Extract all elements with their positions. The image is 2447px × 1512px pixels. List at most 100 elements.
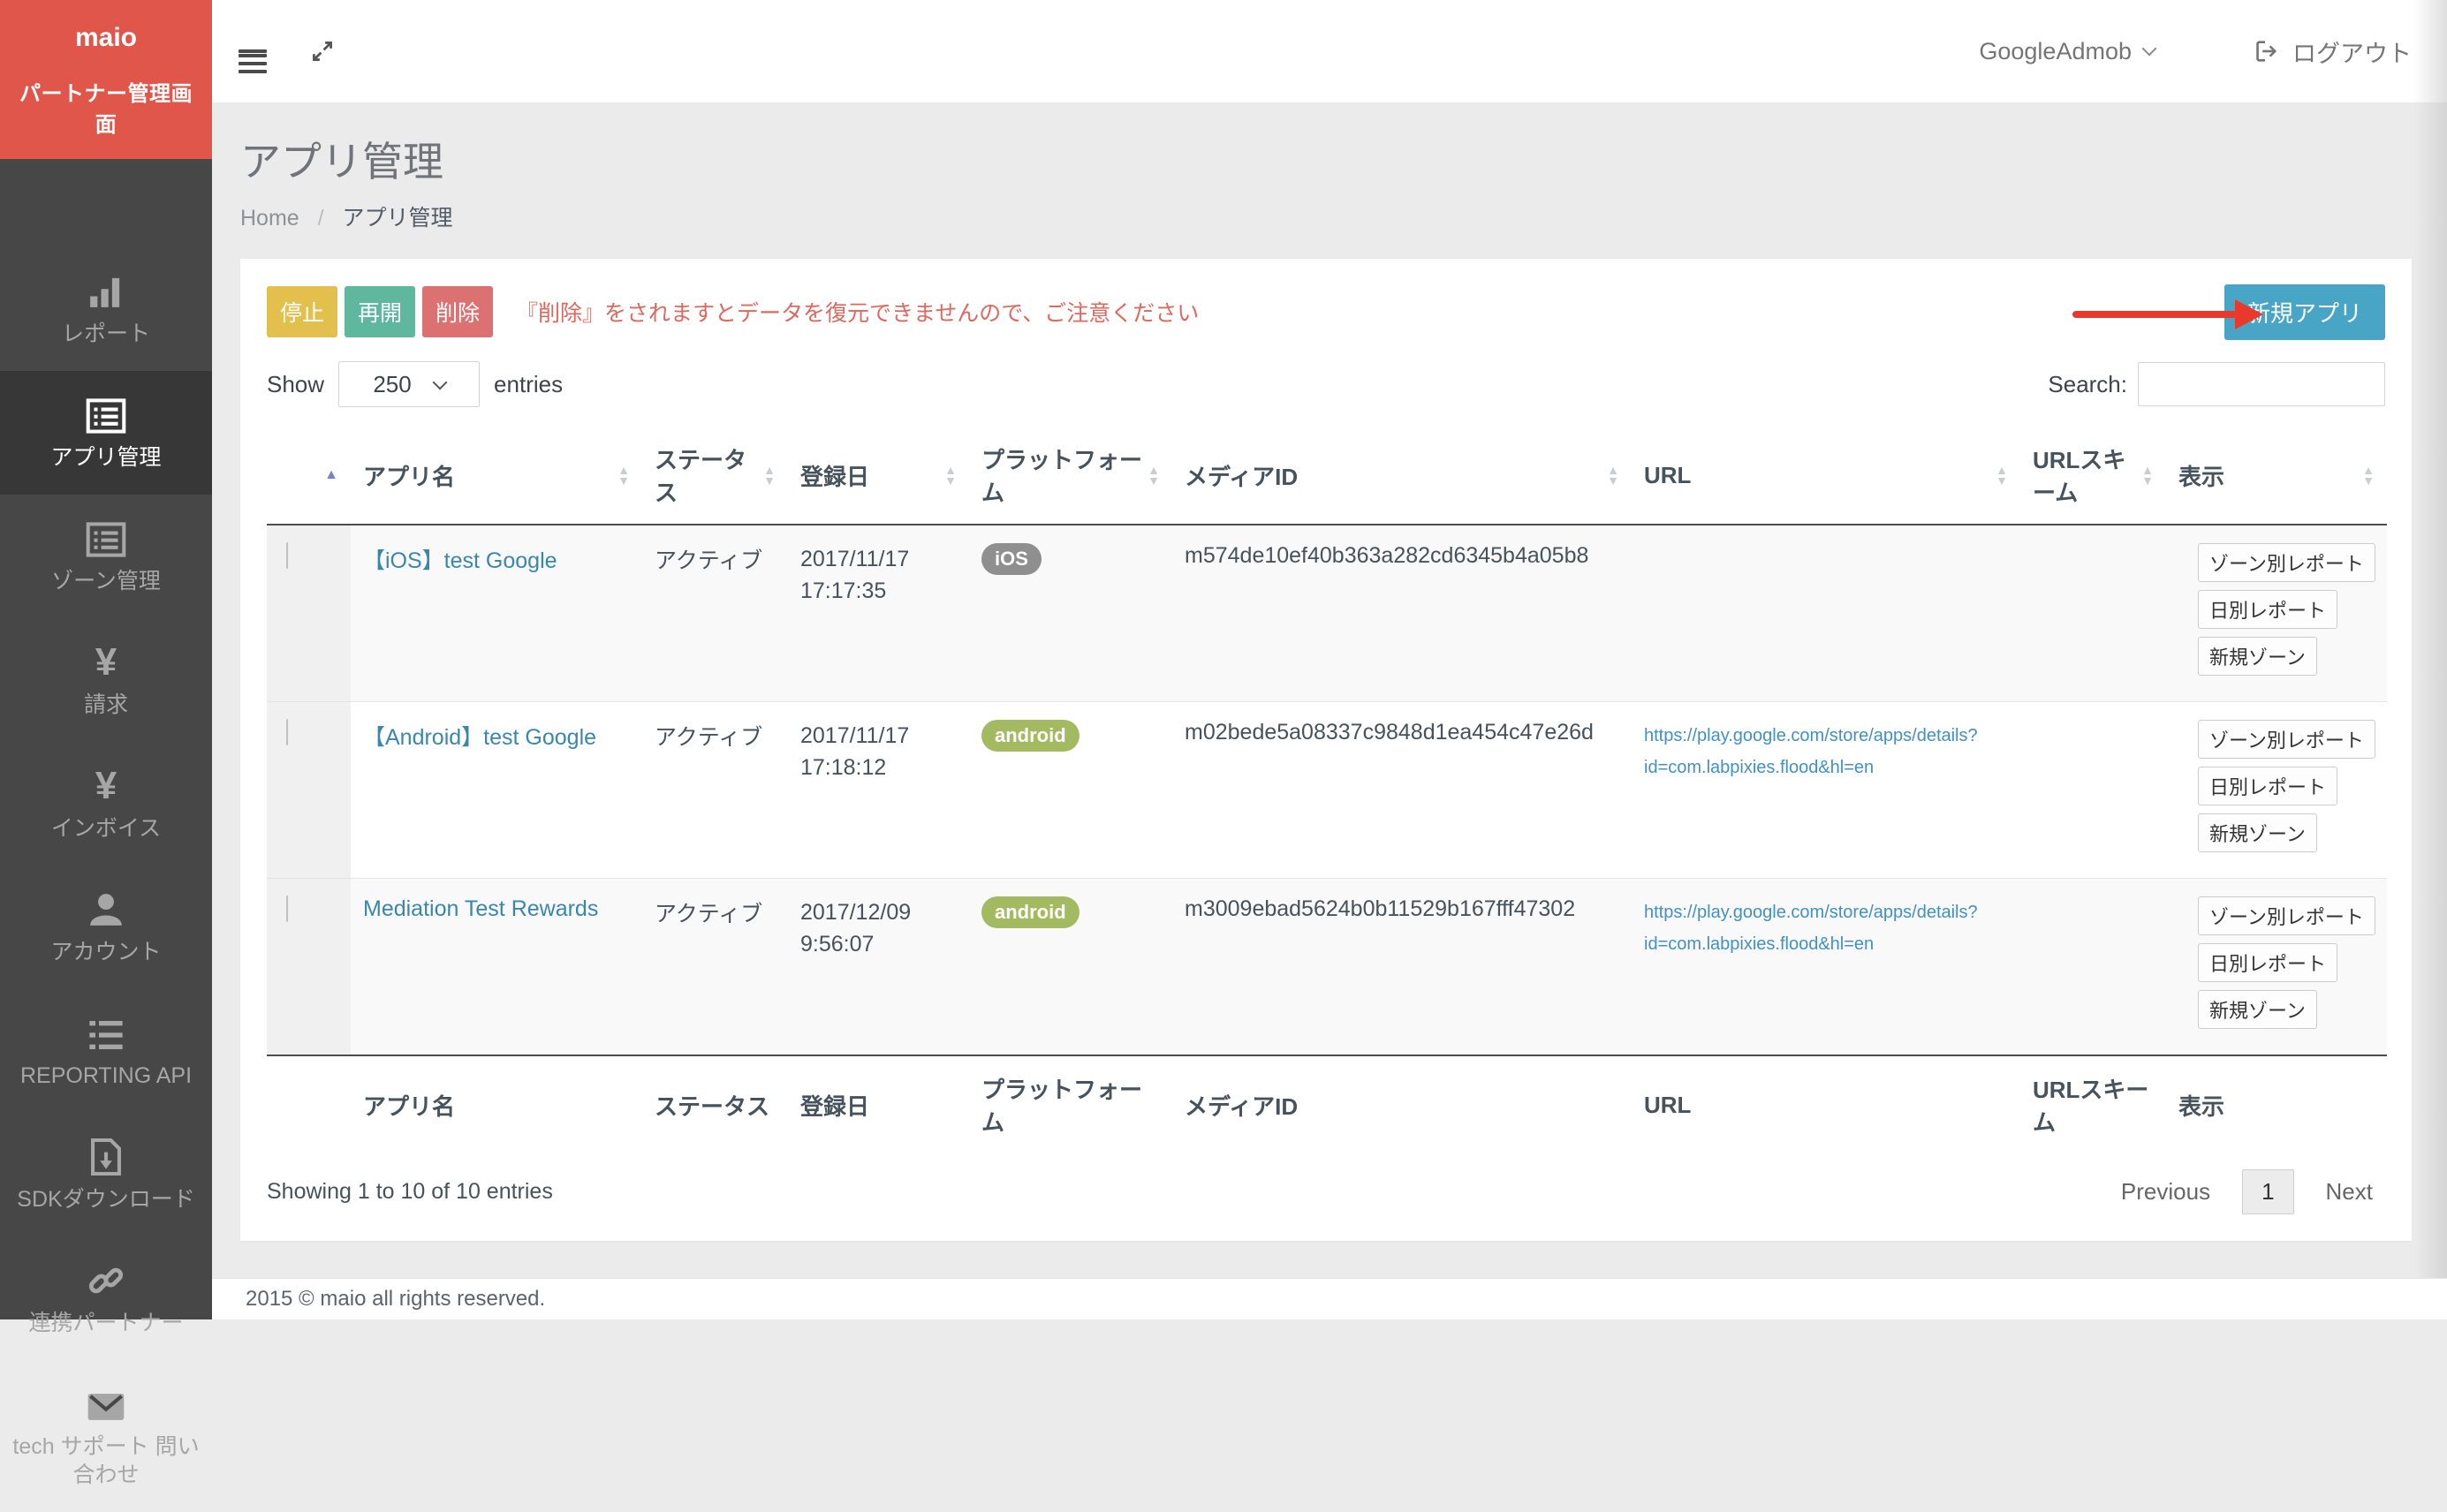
sidebar-item-report[interactable]: レポート bbox=[0, 247, 212, 371]
sidebar-item-label: インボイス bbox=[11, 814, 201, 843]
app-name-link[interactable]: 【Android】test Google bbox=[363, 725, 596, 750]
sidebar-item-label: レポート bbox=[11, 320, 201, 348]
row-checkbox[interactable] bbox=[286, 719, 288, 745]
stop-button[interactable]: 停止 bbox=[267, 286, 337, 337]
yen-icon: ¥ bbox=[11, 641, 201, 682]
sidebar-item-zone-management[interactable]: ゾーン管理 bbox=[0, 495, 212, 618]
delete-button[interactable]: 削除 bbox=[422, 286, 493, 337]
registered-time: 17:17:35 bbox=[800, 575, 957, 607]
app-name-link[interactable]: Mediation Test Rewards bbox=[363, 896, 598, 921]
sidebar-item-billing[interactable]: ¥ 請求 bbox=[0, 618, 212, 742]
zone-report-button[interactable]: ゾーン別レポート bbox=[2198, 896, 2375, 935]
user-icon bbox=[11, 888, 201, 929]
sidebar-item-label: ゾーン管理 bbox=[11, 567, 201, 595]
daily-report-button[interactable]: 日別レポート bbox=[2198, 767, 2337, 805]
header-status[interactable]: ステータス▲▼ bbox=[642, 428, 788, 525]
breadcrumb-home-link[interactable]: Home bbox=[240, 206, 299, 231]
fullscreen-icon[interactable] bbox=[307, 36, 337, 66]
footer-media-id: メディアID bbox=[1172, 1055, 1632, 1153]
sidebar-item-reporting-api[interactable]: REPORTING API bbox=[0, 989, 212, 1113]
platform-badge: android bbox=[981, 896, 1080, 928]
footer-url-scheme: URLスキーム bbox=[2020, 1055, 2166, 1153]
app-window: maio パートナー管理画面 レポート アプリ管理 ゾーン管理 bbox=[0, 0, 2447, 1319]
copyright-text: 2015 © maio all rights reserved. bbox=[246, 1287, 545, 1312]
store-url-link[interactable]: https://play.google.com/store/apps/detai… bbox=[1644, 720, 2008, 783]
media-id-value: m574de10ef40b363a282cd6345b4a05b8 bbox=[1185, 543, 1588, 568]
new-app-button[interactable]: 新規アプリ bbox=[2224, 284, 2385, 340]
header-platform[interactable]: プラットフォーム▲▼ bbox=[969, 428, 1172, 525]
logout-button[interactable]: ログアウト bbox=[2252, 34, 2412, 69]
header-media-id[interactable]: メディアID▲▼ bbox=[1172, 428, 1632, 525]
chevron-down-icon bbox=[432, 375, 447, 390]
topbar-right: GoogleAdmob ログアウト bbox=[1979, 34, 2412, 69]
store-url-link[interactable]: https://play.google.com/store/apps/detai… bbox=[1644, 896, 2008, 960]
app-management-card: 停止 再開 削除 『削除』をされますとデータを復元できませんので、ご注意ください… bbox=[240, 259, 2412, 1241]
registered-time: 9:56:07 bbox=[800, 928, 957, 960]
brand-name: maio bbox=[9, 23, 203, 53]
media-id-value: m3009ebad5624b0b11529b167fff47302 bbox=[1185, 896, 1575, 921]
sidebar-item-label: REPORTING API bbox=[11, 1062, 201, 1090]
header-url-scheme[interactable]: URLスキーム▲▼ bbox=[2020, 428, 2166, 525]
entries-select-value: 250 bbox=[373, 371, 411, 398]
pagination-next[interactable]: Next bbox=[2314, 1169, 2385, 1214]
new-zone-button[interactable]: 新規ゾーン bbox=[2198, 813, 2317, 852]
sidebar-item-label: tech サポート 問い合わせ bbox=[11, 1433, 201, 1489]
sidebar-item-app-management[interactable]: アプリ管理 bbox=[0, 371, 212, 495]
sidebar-item-partner-link[interactable]: 連携パートナー bbox=[0, 1236, 212, 1360]
sidebar-item-sdk-download[interactable]: SDKダウンロード bbox=[0, 1113, 212, 1236]
app-name-link[interactable]: 【iOS】test Google bbox=[363, 548, 557, 573]
status-value: アクティブ bbox=[655, 725, 762, 750]
resume-button[interactable]: 再開 bbox=[345, 286, 415, 337]
sidebar-nav: レポート アプリ管理 ゾーン管理 ¥ 請求 ¥ インボイス bbox=[0, 247, 212, 1512]
new-zone-button[interactable]: 新規ゾーン bbox=[2198, 637, 2317, 676]
table-footer: アプリ名 ステータス 登録日 プラットフォーム メディアID URL URLスキ… bbox=[267, 1055, 2387, 1153]
sidebar-item-tech-support[interactable]: tech サポート 問い合わせ bbox=[0, 1360, 212, 1512]
table-header: ▲ アプリ名▲▼ ステータス▲▼ 登録日▲▼ プラットフォーム▲▼ メディアID… bbox=[267, 428, 2387, 525]
header-registered-date[interactable]: 登録日▲▼ bbox=[788, 428, 969, 525]
header-select-column[interactable]: ▲ bbox=[267, 428, 351, 525]
footer-status: ステータス bbox=[642, 1055, 788, 1153]
zone-list-icon bbox=[11, 518, 201, 558]
header-url[interactable]: URL▲▼ bbox=[1632, 428, 2020, 525]
apps-table: ▲ アプリ名▲▼ ステータス▲▼ 登録日▲▼ プラットフォーム▲▼ メディアID… bbox=[267, 428, 2387, 1153]
sidebar-item-label: アカウント bbox=[11, 938, 201, 966]
show-label: Show bbox=[267, 371, 324, 398]
pagination-previous[interactable]: Previous bbox=[2109, 1169, 2223, 1214]
platform-badge: iOS bbox=[981, 543, 1042, 575]
app-list-icon bbox=[11, 394, 201, 435]
page-content: 停止 再開 削除 『削除』をされますとデータを復元できませんので、ご注意ください… bbox=[212, 232, 2447, 1278]
daily-report-button[interactable]: 日別レポート bbox=[2198, 943, 2337, 982]
zone-report-button[interactable]: ゾーン別レポート bbox=[2198, 543, 2375, 582]
entries-select[interactable]: 250 bbox=[338, 361, 480, 407]
page-header: アプリ管理 Home / アプリ管理 bbox=[212, 103, 2447, 232]
delete-warning-text: 『削除』をされますとデータを復元できませんので、ご注意ください bbox=[516, 296, 1199, 328]
menu-toggle-icon[interactable] bbox=[239, 45, 267, 57]
pagination-page-1[interactable]: 1 bbox=[2242, 1169, 2293, 1214]
account-dropdown[interactable]: GoogleAdmob bbox=[1979, 38, 2155, 65]
file-download-icon bbox=[11, 1136, 201, 1176]
table-info-row: Showing 1 to 10 of 10 entries Previous 1… bbox=[267, 1169, 2385, 1214]
row-checkbox[interactable] bbox=[286, 896, 288, 922]
brand-logo[interactable]: maio パートナー管理画面 bbox=[0, 0, 212, 159]
sidebar-item-label: 連携パートナー bbox=[11, 1309, 201, 1337]
sort-icons: ▲▼ bbox=[763, 465, 776, 486]
registered-time: 17:18:12 bbox=[800, 752, 957, 783]
new-zone-button[interactable]: 新規ゾーン bbox=[2198, 990, 2317, 1029]
breadcrumb-separator: / bbox=[318, 206, 324, 231]
main-area: GoogleAdmob ログアウト アプリ管理 Home / アプリ管理 停止 bbox=[212, 0, 2447, 1319]
sort-icons: ▲▼ bbox=[1148, 465, 1160, 486]
header-display[interactable]: 表示▲▼ bbox=[2166, 428, 2387, 525]
sort-icons: ▲▼ bbox=[2141, 465, 2154, 486]
sidebar-item-account[interactable]: アカウント bbox=[0, 866, 212, 989]
header-app-name[interactable]: アプリ名▲▼ bbox=[351, 428, 642, 525]
sidebar-item-label: SDKダウンロード bbox=[11, 1185, 201, 1213]
table-controls: Show 250 entries Search: bbox=[267, 361, 2385, 407]
row-checkbox[interactable] bbox=[286, 542, 288, 569]
sort-icons: ▲▼ bbox=[617, 465, 630, 486]
account-name: GoogleAdmob bbox=[1979, 38, 2132, 65]
daily-report-button[interactable]: 日別レポート bbox=[2198, 590, 2337, 629]
sidebar-item-invoice[interactable]: ¥ インボイス bbox=[0, 742, 212, 866]
registered-date: 2017/11/17 bbox=[800, 720, 957, 752]
search-input[interactable] bbox=[2138, 362, 2385, 406]
zone-report-button[interactable]: ゾーン別レポート bbox=[2198, 720, 2375, 759]
